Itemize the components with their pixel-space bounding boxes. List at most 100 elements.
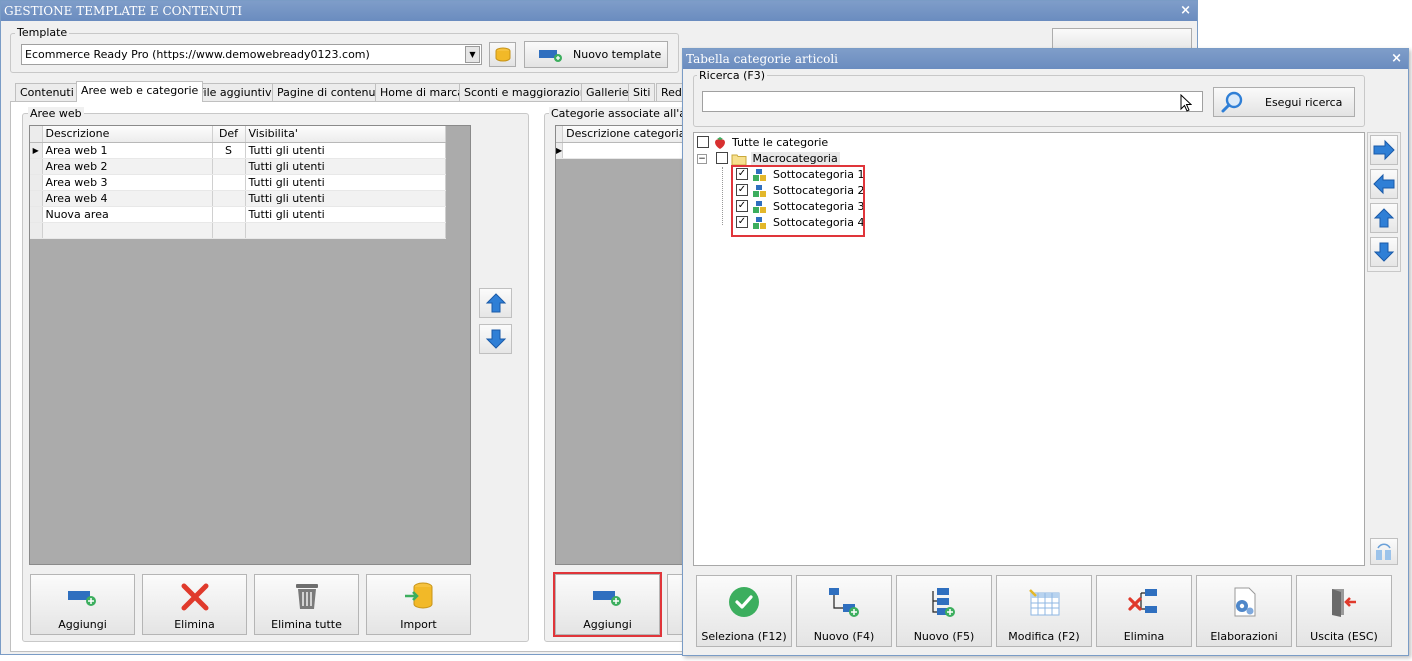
select-button[interactable]: Seleziona (F12) [696,575,792,647]
strawberry-icon [714,137,725,149]
cell-descrizione[interactable]: Area web 2 [42,158,213,175]
column-header-descrizione[interactable]: Descrizione [42,126,213,143]
import-label: Import [400,618,437,631]
sort-button[interactable] [1370,538,1398,565]
arrow-up-icon [1373,208,1395,228]
delete-all-areas-button[interactable]: Elimina tutte [254,574,359,635]
trash-icon [295,584,318,609]
column-header-descrizione-categoria[interactable]: Descrizione categoria [562,126,690,143]
tab-home-di-marca[interactable]: Home di marca [375,83,470,102]
cell-def[interactable]: S [212,142,246,159]
table-row[interactable]: Nuova area Tutti gli utenti [30,206,446,223]
cell-visibilita[interactable]: Tutti gli utenti [245,174,446,191]
database-icon [495,47,510,62]
new-template-button[interactable]: Nuovo template [524,41,668,68]
template-select-value: Ecommerce Ready Pro (https://www.demoweb… [25,48,370,61]
table-row-empty[interactable] [30,222,446,239]
search-button[interactable]: Esegui ricerca [1213,87,1355,117]
highlight-subcategories [731,165,865,237]
new-f5-label: Nuovo (F5) [913,630,975,643]
cell-empty[interactable] [245,222,446,239]
move-right-button[interactable] [1370,135,1398,165]
template-group-label: Template [15,26,70,39]
cell-descrizione[interactable]: Area web 4 [42,190,213,207]
categories-table: Descrizione categoria ▶ [556,126,690,159]
checkbox[interactable] [697,136,709,148]
tab-aree-web-e-categorie[interactable]: Aree web e categorie [76,81,204,102]
tab-siti[interactable]: Siti [628,83,656,102]
cell-empty[interactable] [42,222,213,239]
move-down-button[interactable] [1370,237,1398,267]
tree-item-label: Tutte le categorie [732,136,829,149]
cell-def[interactable] [212,190,246,207]
main-title-bar: GESTIONE TEMPLATE E CONTENUTI × [1,1,1197,21]
delete-button[interactable]: Elimina [1096,575,1192,647]
row-indicator [30,190,43,207]
search-group-label: Ricerca (F3) [697,69,767,82]
tab-contenuti[interactable]: Contenuti [15,83,79,102]
move-up-button[interactable] [1370,203,1398,233]
add-area-button[interactable]: Aggiungi [30,574,135,635]
cell-descrizione[interactable]: Area web 3 [42,174,213,191]
table-row[interactable]: ▶ Area web 1 S Tutti gli utenti [30,142,446,159]
cell-descrizione[interactable]: Nuova area [42,206,213,223]
new-child-icon [932,588,955,617]
row-indicator-header [556,126,564,143]
cell-visibilita[interactable]: Tutti gli utenti [245,158,446,175]
tab-file-aggiuntivi[interactable]: File aggiuntivi [193,83,280,102]
delete-label: Elimina [1123,630,1165,643]
cell-visibilita[interactable]: Tutti gli utenti [245,206,446,223]
processing-button[interactable]: Elaborazioni [1196,575,1292,647]
web-areas-group-label: Aree web [28,107,84,120]
table-row[interactable]: Area web 4 Tutti gli utenti [30,190,446,207]
checkbox[interactable] [715,152,728,164]
edit-button[interactable]: Modifica (F2) [996,575,1092,647]
cell-def[interactable] [212,174,246,191]
column-header-visibilita[interactable]: Visibilita' [245,126,446,143]
import-button[interactable]: Import [366,574,471,635]
tree-item-label: Macrocategoria [750,152,840,165]
cell-descrizione[interactable]: Area web 1 [42,142,213,159]
delete-area-label: Elimina [174,618,215,631]
exit-button[interactable]: Uscita (ESC) [1296,575,1392,647]
close-icon[interactable]: × [1391,49,1402,69]
cell-def[interactable] [212,158,246,175]
select-label: Seleziona (F12) [701,630,787,643]
new-f4-button[interactable]: Nuovo (F4) [796,575,892,647]
collapse-icon[interactable]: − [697,154,707,164]
cell-empty[interactable] [212,222,246,239]
template-open-button[interactable] [489,42,516,67]
chevron-down-icon[interactable]: ▼ [465,46,480,63]
arrow-down-icon [485,329,507,349]
tab-pagine-di-contenuti[interactable]: Pagine di contenuti [272,83,388,102]
highlight-add-category [553,572,662,637]
template-select[interactable]: Ecommerce Ready Pro (https://www.demoweb… [21,44,482,65]
column-header-def[interactable]: Def [212,126,246,143]
cell-visibilita[interactable]: Tutti gli utenti [245,142,446,159]
tab-sconti-e-maggiorazioni[interactable]: Sconti e maggiorazioni [459,83,595,102]
cell-empty[interactable] [562,142,690,159]
table-row[interactable]: Area web 2 Tutti gli utenti [30,158,446,175]
cell-def[interactable] [212,206,246,223]
sort-icon [1376,543,1391,560]
close-icon[interactable]: × [1180,1,1191,21]
tab-strip: Contenuti Aree web e categorie File aggi… [15,81,690,103]
new-f5-button[interactable]: Nuovo (F5) [896,575,992,647]
move-left-button[interactable] [1370,169,1398,199]
tree-item-root[interactable]: Tutte le categorie [697,135,828,151]
category-tree[interactable]: Tutte le categorie − Macrocategoria ✓ So… [693,132,1365,566]
web-areas-grid[interactable]: Descrizione Def Visibilita' ▶ Area web 1… [29,125,471,565]
edit-table-icon [1029,589,1060,616]
delete-area-button[interactable]: Elimina [142,574,247,635]
categories-grid[interactable]: Descrizione categoria ▶ [555,125,690,565]
table-row-empty[interactable]: ▶ [556,142,690,159]
search-input[interactable] [702,91,1203,112]
move-up-button[interactable] [479,288,512,318]
tab-gallerie[interactable]: Gallerie [581,83,634,102]
table-row[interactable]: Area web 3 Tutti gli utenti [30,174,446,191]
cell-visibilita[interactable]: Tutti gli utenti [245,190,446,207]
exit-label: Uscita (ESC) [1310,630,1378,643]
tree-connector [722,167,723,225]
move-down-button[interactable] [479,324,512,354]
arrow-left-icon [1373,173,1395,195]
